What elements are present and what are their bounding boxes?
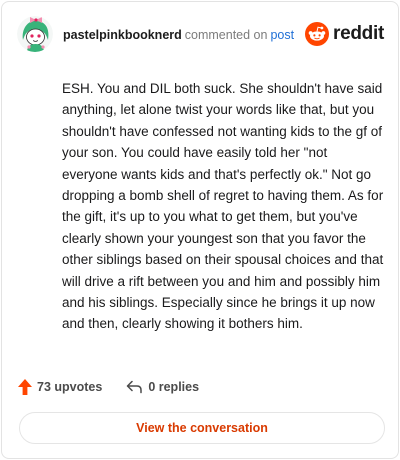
user-avatar[interactable] [17,16,53,52]
reddit-snoo-logo-icon [305,22,330,46]
reply-count: 0 replies [148,380,200,394]
comment-body: ESH. You and DIL both suck. She shouldn'… [62,81,384,332]
comment-card: pastelpinkbooknerd commented on post reddi… [1,1,399,459]
view-conversation-button[interactable]: View the conversation [19,412,385,444]
comment-stats: 73 upvotes 0 replies [18,377,199,397]
reddit-wordmark: reddit [333,23,384,44]
reply-stat[interactable]: 0 replies [126,380,199,394]
upvote-stat[interactable]: 73 upvotes [18,379,102,395]
comment-meta: pastelpinkbooknerd commented on post [63,28,294,42]
action-text: commented on [184,28,268,42]
snoo-avatar-icon [17,16,53,52]
username-link[interactable]: pastelpinkbooknerd [63,28,182,42]
comment-header: pastelpinkbooknerd commented on post reddi… [17,16,384,52]
reply-arrow-icon [127,380,143,394]
view-conversation-label: View the conversation [136,421,268,435]
reddit-logo[interactable]: reddit [305,22,384,46]
upvote-arrow-icon [18,379,32,395]
upvote-count: 73 upvotes [37,380,103,394]
post-link[interactable]: post [270,28,294,42]
